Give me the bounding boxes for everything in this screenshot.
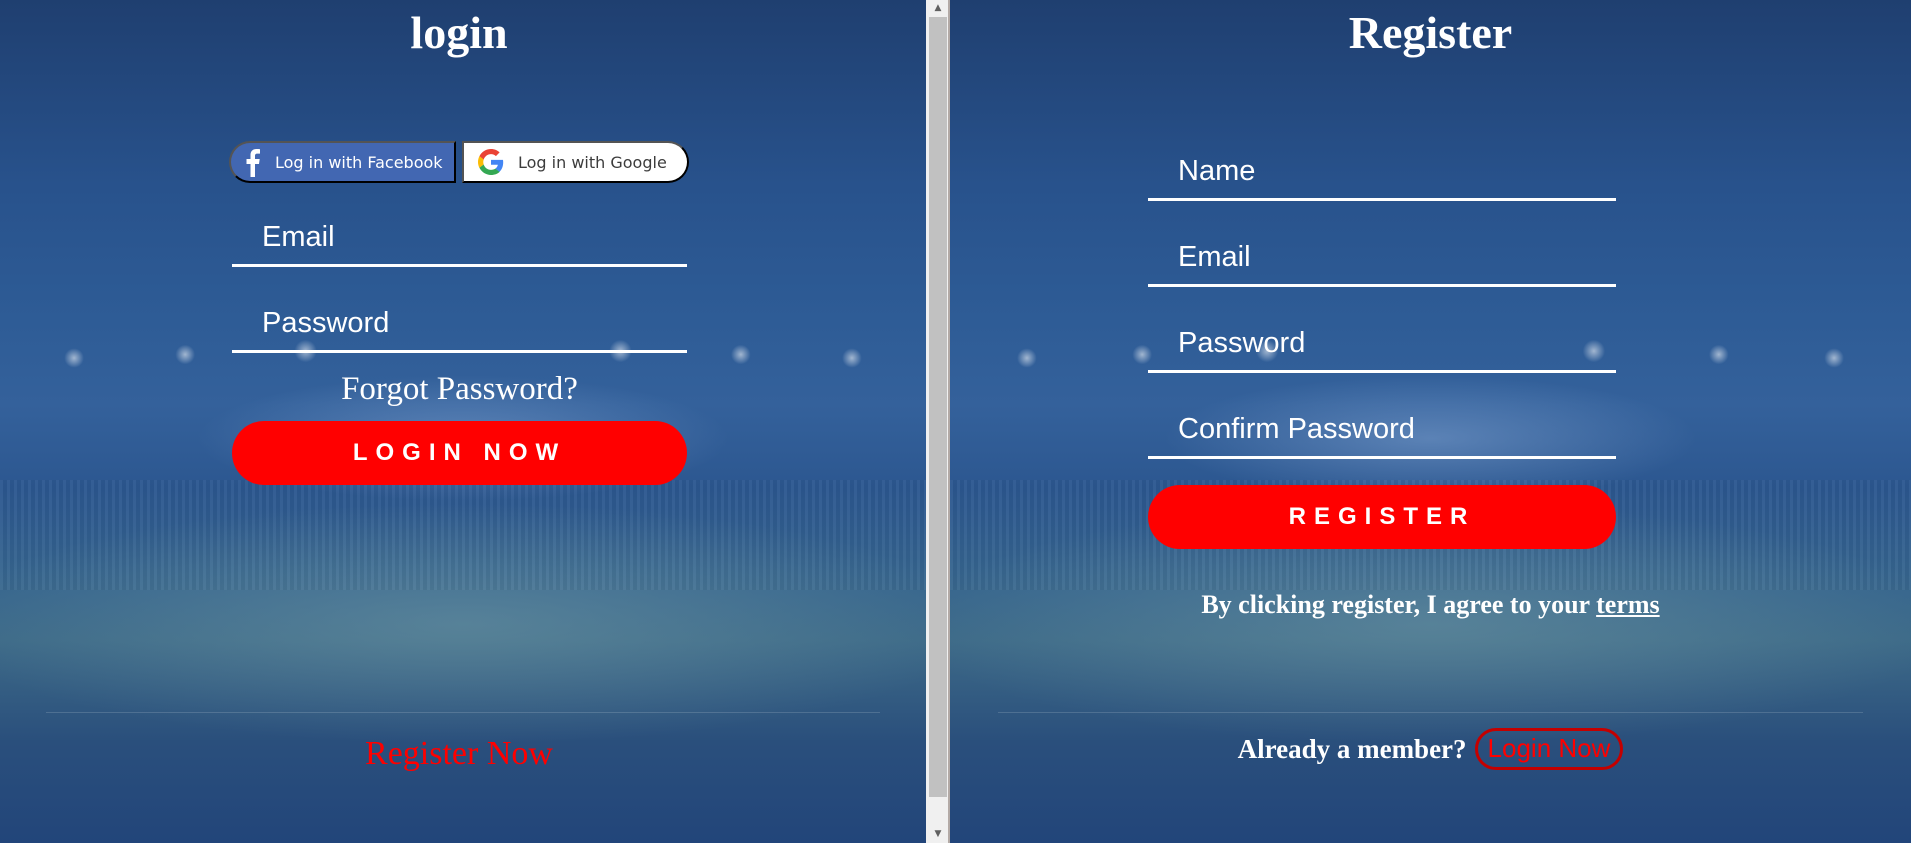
pitch-line (46, 712, 880, 713)
register-confirm-password-field (1148, 397, 1616, 459)
terms-link[interactable]: terms (1596, 590, 1660, 619)
vertical-scrollbar[interactable]: ▲ ▼ (926, 0, 950, 843)
login-title: login (410, 7, 508, 58)
register-title: Register (1348, 7, 1513, 58)
already-member-text: Already a member? (1237, 733, 1467, 764)
terms-text: By clicking register, I agree to your te… (950, 587, 1911, 623)
login-password-input[interactable] (232, 291, 687, 350)
pitch-line (998, 712, 1863, 713)
google-icon (478, 149, 504, 175)
register-email-field (1148, 225, 1616, 287)
terms-prefix: By clicking register, I agree to your (1201, 590, 1590, 619)
scroll-up-arrow-icon[interactable]: ▲ (926, 0, 950, 17)
register-password-input[interactable] (1148, 311, 1616, 370)
stadium-crowd (0, 480, 926, 590)
forgot-password-link[interactable]: Forgot Password? (232, 368, 687, 410)
facebook-icon (246, 149, 260, 177)
register-name-input[interactable] (1148, 139, 1616, 198)
scrollbar-thumb[interactable] (929, 17, 947, 797)
google-login-button[interactable]: Log in with Google (462, 141, 689, 183)
login-now-button[interactable]: LOGIN NOW (232, 421, 687, 485)
login-email-input[interactable] (232, 205, 687, 264)
register-button[interactable]: REGISTER (1148, 485, 1616, 549)
register-name-field (1148, 139, 1616, 201)
register-password-field (1148, 311, 1616, 373)
facebook-login-label: Log in with Facebook (275, 152, 443, 172)
login-email-field (232, 205, 687, 267)
register-panel: Register REGISTER By clicking register, … (950, 0, 1911, 843)
register-now-link[interactable]: Register Now (0, 733, 918, 775)
facebook-login-button[interactable]: Log in with Facebook (229, 141, 456, 183)
register-confirm-password-input[interactable] (1148, 397, 1616, 456)
login-password-field (232, 291, 687, 353)
google-login-label: Log in with Google (518, 152, 667, 172)
login-now-link[interactable]: Login Now (1474, 728, 1624, 770)
login-panel: login Log in with Facebook Log in with G… (0, 0, 926, 843)
scroll-down-arrow-icon[interactable]: ▼ (926, 826, 950, 843)
register-email-input[interactable] (1148, 225, 1616, 284)
member-row: Already a member? Login Now (950, 728, 1911, 770)
